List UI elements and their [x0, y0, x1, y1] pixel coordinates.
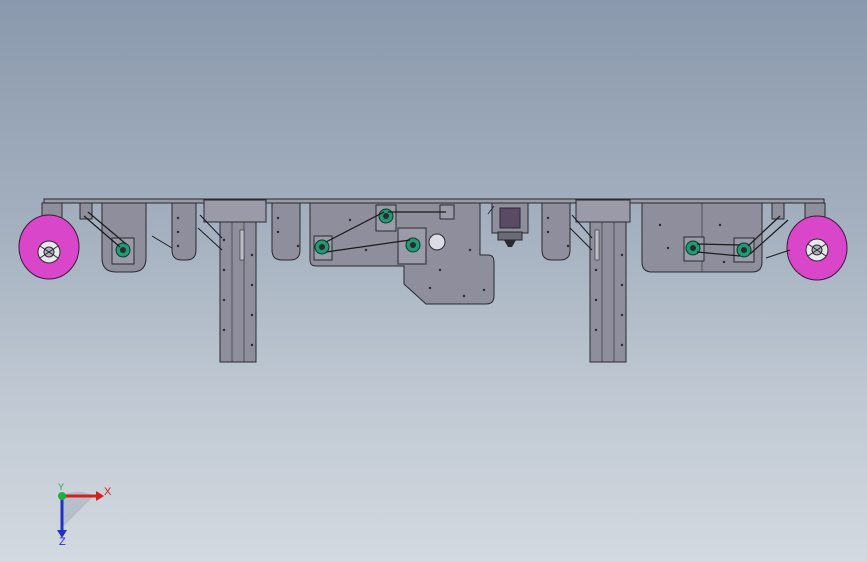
hanging-plate-3	[541, 202, 571, 261]
hanging-plate-2	[271, 202, 301, 261]
triad-y-label: Y	[58, 482, 65, 492]
left-bracket	[79, 202, 93, 220]
center-motor[interactable]	[487, 202, 529, 247]
graphics-viewport[interactable]: X Y Z	[0, 0, 867, 562]
triad-x-label: X	[104, 486, 112, 498]
cad-model-drawing[interactable]	[0, 0, 867, 562]
left-caster-wheel[interactable]	[18, 202, 80, 280]
left-vertical-column[interactable]	[151, 199, 267, 363]
center-main-plate[interactable]	[309, 202, 495, 305]
right-caster-wheel[interactable]	[786, 202, 848, 281]
right-bracket	[771, 202, 785, 220]
left-suspension-plate[interactable]	[83, 202, 147, 273]
triad-z-label: Z	[59, 536, 66, 548]
hanging-plate-1	[171, 202, 197, 261]
top-rail	[43, 198, 825, 204]
coordinate-triad	[57, 491, 104, 538]
right-suspension-plate[interactable]	[641, 202, 791, 273]
right-vertical-column[interactable]	[569, 199, 631, 363]
